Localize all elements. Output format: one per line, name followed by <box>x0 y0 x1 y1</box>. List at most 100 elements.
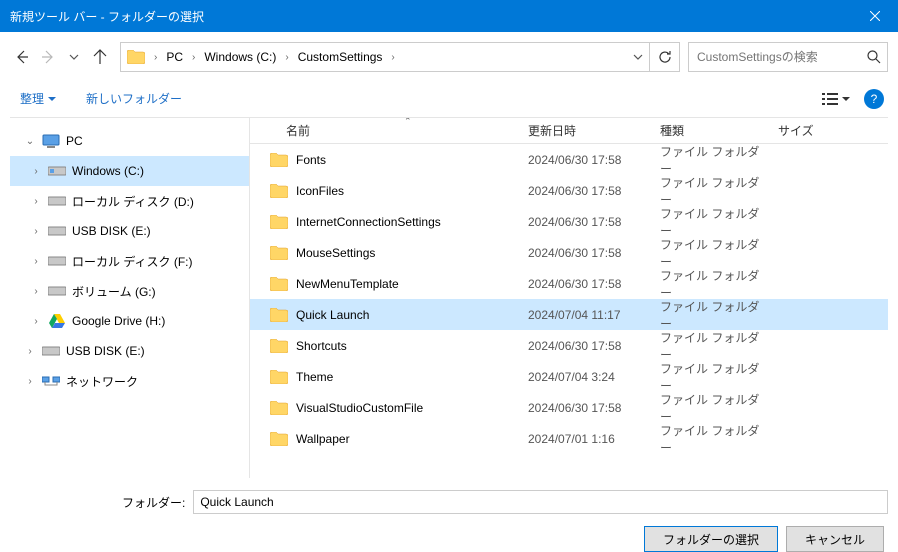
close-icon <box>870 11 880 21</box>
file-date: 2024/06/30 17:58 <box>518 277 650 291</box>
search-icon <box>867 50 881 64</box>
folder-icon <box>270 308 288 322</box>
arrow-up-icon <box>92 49 108 65</box>
file-date: 2024/06/30 17:58 <box>518 401 650 415</box>
expand-icon[interactable]: › <box>30 286 42 297</box>
tree-item-pc[interactable]: ⌄ PC <box>10 126 249 156</box>
cancel-button[interactable]: キャンセル <box>786 526 884 552</box>
folder-label: フォルダー: <box>122 494 185 511</box>
close-button[interactable] <box>852 0 898 32</box>
tree-item-usb-e-root[interactable]: › USB DISK (E:) <box>10 336 249 366</box>
tree-item-windows-c[interactable]: › Windows (C:) <box>10 156 249 186</box>
organize-button[interactable]: 整理 <box>20 90 56 107</box>
breadcrumb-customsettings[interactable]: CustomSettings <box>292 43 389 71</box>
forward-button[interactable] <box>36 45 60 69</box>
folder-icon <box>270 215 288 229</box>
chevron-right-icon[interactable]: › <box>388 52 397 63</box>
file-type: ファイル フォルダー <box>650 174 768 208</box>
file-row[interactable]: Fonts 2024/06/30 17:58ファイル フォルダー <box>250 144 888 175</box>
folder-input[interactable] <box>193 490 888 514</box>
file-row[interactable]: Quick Launch 2024/07/04 11:17ファイル フォルダー <box>250 299 888 330</box>
tree-item-local-f[interactable]: › ローカル ディスク (F:) <box>10 246 249 276</box>
tree-item-volume-g[interactable]: › ボリューム (G:) <box>10 276 249 306</box>
file-date: 2024/06/30 17:58 <box>518 215 650 229</box>
chevron-right-icon[interactable]: › <box>151 52 160 63</box>
file-pane: ⌃ 名前 更新日時 種類 サイズ Fonts2024/06/30 17:58ファ… <box>250 118 888 478</box>
sort-indicator-icon: ⌃ <box>404 118 412 127</box>
chevron-down-icon <box>633 52 643 62</box>
breadcrumb-root[interactable] <box>121 43 151 71</box>
address-dropdown[interactable] <box>627 43 649 71</box>
file-row[interactable]: VisualStudioCustomFile2024/06/30 17:58ファ… <box>250 392 888 423</box>
address-bar[interactable]: › PC › Windows (C:) › CustomSettings › <box>120 42 680 72</box>
column-date[interactable]: 更新日時 <box>518 122 650 139</box>
expand-icon[interactable]: › <box>30 256 42 267</box>
file-row[interactable]: NewMenuTemplate2024/06/30 17:58ファイル フォルダ… <box>250 268 888 299</box>
file-name: MouseSettings <box>296 246 375 260</box>
file-date: 2024/07/04 3:24 <box>518 370 650 384</box>
folder-icon <box>270 432 288 446</box>
breadcrumb-windows-c[interactable]: Windows (C:) <box>198 43 282 71</box>
expand-icon[interactable]: › <box>30 166 42 177</box>
file-row[interactable]: Wallpaper2024/07/01 1:16ファイル フォルダー <box>250 423 888 454</box>
expand-icon[interactable]: › <box>24 346 36 357</box>
tree-item-network[interactable]: › ネットワーク <box>10 366 249 396</box>
column-type[interactable]: 種類 <box>650 122 768 139</box>
caret-down-icon <box>48 95 56 103</box>
usb-drive-icon <box>48 223 66 239</box>
column-name[interactable]: 名前 <box>250 122 518 139</box>
tree-item-gdrive-h[interactable]: › Google Drive (H:) <box>10 306 249 336</box>
file-name: Fonts <box>296 153 326 167</box>
select-folder-button[interactable]: フォルダーの選択 <box>644 526 778 552</box>
search-button[interactable] <box>860 50 887 64</box>
titlebar: 新規ツール バー - フォルダーの選択 <box>0 0 898 32</box>
search-box[interactable] <box>688 42 888 72</box>
network-icon <box>42 373 60 389</box>
file-type: ファイル フォルダー <box>650 298 768 332</box>
recent-dropdown[interactable] <box>62 45 86 69</box>
back-button[interactable] <box>10 45 34 69</box>
collapse-icon[interactable]: ⌄ <box>24 136 36 147</box>
view-button[interactable] <box>816 88 856 110</box>
file-type: ファイル フォルダー <box>650 144 768 177</box>
chevron-right-icon[interactable]: › <box>282 52 291 63</box>
breadcrumb-pc[interactable]: PC <box>160 43 189 71</box>
file-name: NewMenuTemplate <box>296 277 399 291</box>
new-folder-button[interactable]: 新しいフォルダー <box>86 90 182 107</box>
folder-icon <box>270 153 288 167</box>
file-row[interactable]: Shortcuts2024/06/30 17:58ファイル フォルダー <box>250 330 888 361</box>
expand-icon[interactable]: › <box>30 196 42 207</box>
file-row[interactable]: InternetConnectionSettings2024/06/30 17:… <box>250 206 888 237</box>
tree-item-usb-e[interactable]: › USB DISK (E:) <box>10 216 249 246</box>
tree-item-local-d[interactable]: › ローカル ディスク (D:) <box>10 186 249 216</box>
refresh-icon <box>658 50 672 64</box>
folder-icon <box>270 277 288 291</box>
expand-icon[interactable]: › <box>24 376 36 387</box>
expand-icon[interactable]: › <box>30 226 42 237</box>
file-type: ファイル フォルダー <box>650 329 768 363</box>
file-row[interactable]: IconFiles2024/06/30 17:58ファイル フォルダー <box>250 175 888 206</box>
up-button[interactable] <box>88 45 112 69</box>
file-date: 2024/06/30 17:58 <box>518 339 650 353</box>
file-row[interactable]: Theme2024/07/04 3:24ファイル フォルダー <box>250 361 888 392</box>
chevron-right-icon[interactable]: › <box>189 52 198 63</box>
file-name: IconFiles <box>296 184 344 198</box>
toolbar: 整理 新しいフォルダー ? <box>10 80 888 118</box>
expand-icon[interactable]: › <box>30 316 42 327</box>
list-view-icon <box>822 92 838 106</box>
folder-icon <box>270 370 288 384</box>
drive-icon <box>48 163 66 179</box>
column-size[interactable]: サイズ <box>768 122 828 139</box>
navbar: › PC › Windows (C:) › CustomSettings › <box>10 38 888 76</box>
help-button[interactable]: ? <box>864 89 884 109</box>
drive-icon <box>48 253 66 269</box>
refresh-button[interactable] <box>649 43 679 71</box>
file-date: 2024/06/30 17:58 <box>518 153 650 167</box>
footer: フォルダー: フォルダーの選択 キャンセル <box>10 490 888 552</box>
file-date: 2024/06/30 17:58 <box>518 246 650 260</box>
file-row[interactable]: MouseSettings2024/06/30 17:58ファイル フォルダー <box>250 237 888 268</box>
file-name: Quick Launch <box>296 308 369 322</box>
file-date: 2024/07/04 11:17 <box>518 308 650 322</box>
search-input[interactable] <box>689 50 860 64</box>
file-name: VisualStudioCustomFile <box>296 401 423 415</box>
